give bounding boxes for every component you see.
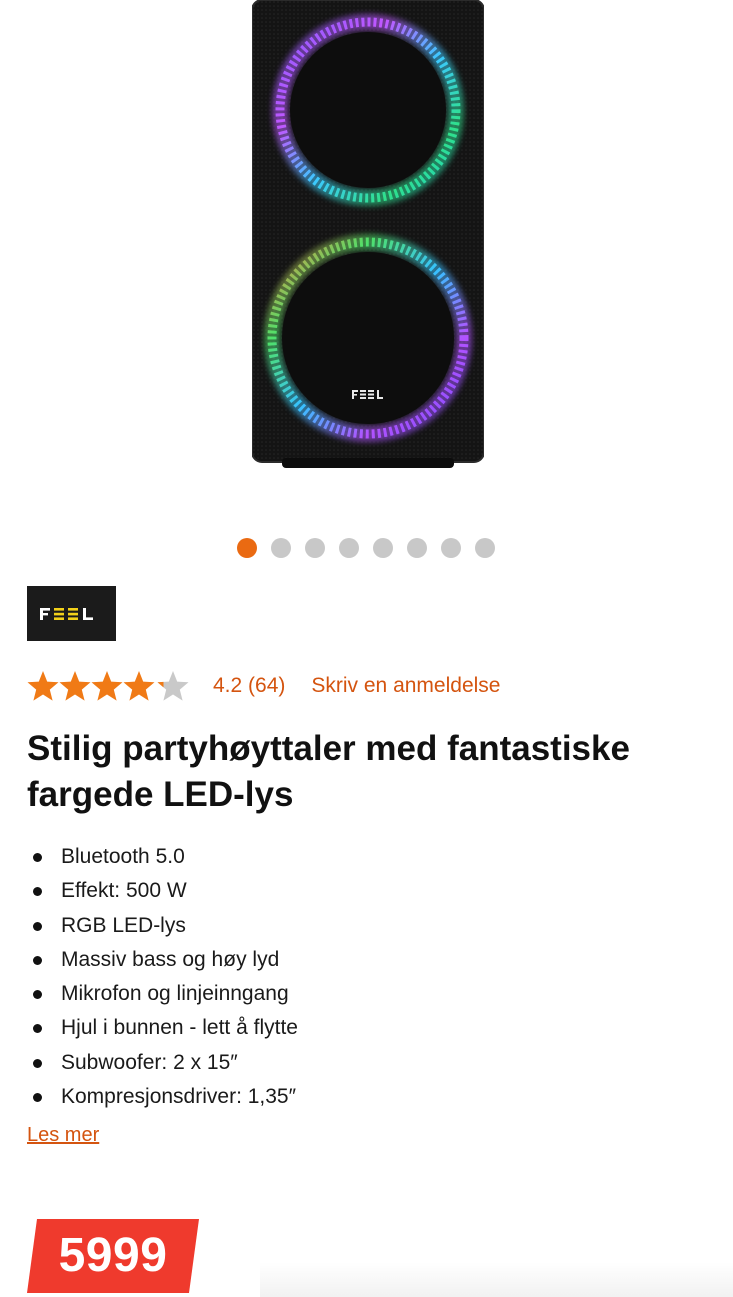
rating-summary: 4.2 (64) [213,674,286,697]
price-tag: 5999 [27,1219,199,1293]
carousel-dot-8[interactable] [475,538,495,558]
write-review-link[interactable]: Skriv en anmeldelse [311,674,500,698]
product-gallery[interactable] [0,0,733,520]
carousel-dot-5[interactable] [373,538,393,558]
feature-list: Bluetooth 5.0 Effekt: 500 W RGB LED-lys … [27,840,298,1114]
feature-item: Bluetooth 5.0 [27,840,298,874]
feature-item: Mikrofon og linjeinngang [27,977,298,1011]
rating-row: 4.2 (64) Skriv en anmeldelse [27,668,500,704]
feature-item: Hjul i bunnen - lett å flytte [27,1011,298,1045]
star-icon [123,671,155,701]
feel-logo-icon [39,607,93,620]
product-image [252,0,484,468]
star-icon [91,671,123,701]
price-value: 5999 [58,1229,168,1282]
feature-item: RGB LED-lys [27,909,298,943]
stars-icon [27,671,189,701]
feature-item: Kompresjonsdriver: 1,35″ [27,1080,298,1114]
carousel-dot-1[interactable] [237,538,257,558]
carousel-dot-7[interactable] [441,538,461,558]
buy-area-hint [260,1262,733,1297]
star-icon [59,671,91,701]
carousel-dot-2[interactable] [271,538,291,558]
carousel-dot-6[interactable] [407,538,427,558]
star-rating [27,670,189,702]
carousel-dots [237,538,495,558]
carousel-dot-4[interactable] [339,538,359,558]
star-icon [27,671,59,701]
product-title: Stilig partyhøyttaler med fantastiske fa… [27,729,630,814]
carousel-dot-3[interactable] [305,538,325,558]
feature-item: Subwoofer: 2 x 15″ [27,1046,298,1080]
read-more-link[interactable]: Les mer [27,1124,99,1147]
brand-logo[interactable] [27,586,116,641]
feature-item: Massiv bass og høy lyd [27,943,298,977]
feature-item: Effekt: 500 W [27,874,298,908]
